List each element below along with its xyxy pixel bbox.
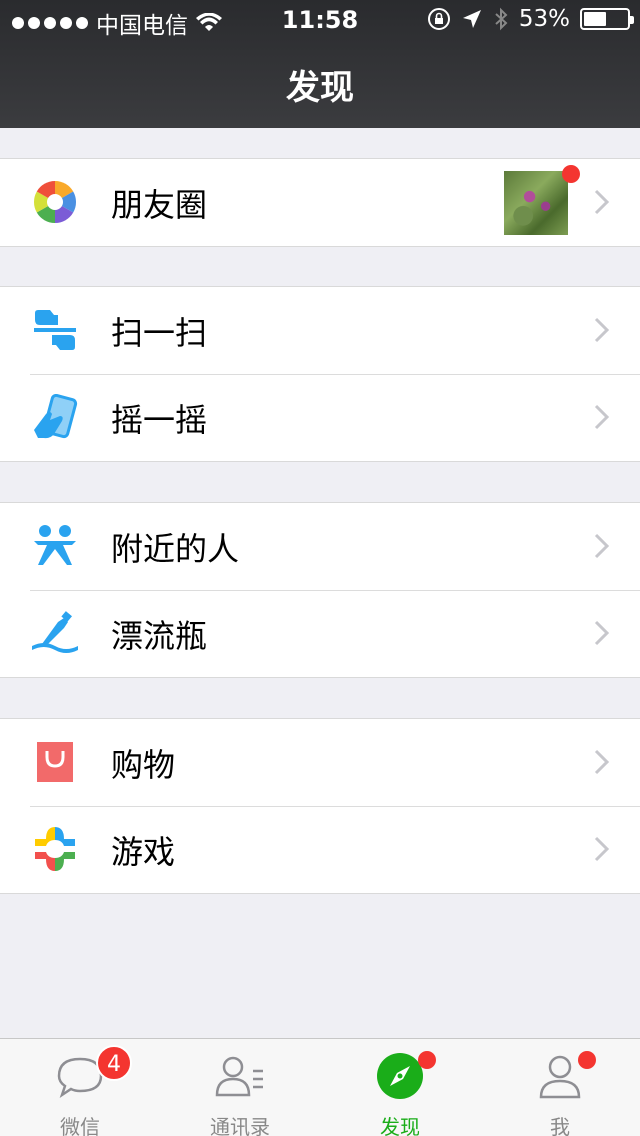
list-item-moments[interactable]: 朋友圈 bbox=[0, 159, 640, 246]
chevron-right-icon bbox=[594, 189, 610, 215]
tab-discover[interactable]: 发现 bbox=[320, 1039, 480, 1136]
status-bar: 中国电信 11:58 53% bbox=[0, 0, 640, 40]
status-right: 53% bbox=[427, 6, 634, 32]
tab-label: 通讯录 bbox=[210, 1115, 270, 1136]
scan-shake-group: 扫一扫 摇一摇 bbox=[0, 286, 640, 462]
discover-dot bbox=[418, 1051, 436, 1069]
moments-icon bbox=[33, 181, 77, 223]
battery-icon bbox=[580, 8, 634, 30]
social-group: 附近的人 漂流瓶 bbox=[0, 502, 640, 678]
shop-games-group: 购物 游戏 bbox=[0, 718, 640, 894]
scan-icon bbox=[34, 310, 76, 350]
chevron-right-icon bbox=[594, 836, 610, 862]
navigation-header: 中国电信 11:58 53% 发现 bbox=[0, 0, 640, 128]
list-item-people-nearby[interactable]: 附近的人 bbox=[0, 503, 640, 590]
list-item-shopping[interactable]: 购物 bbox=[0, 719, 640, 806]
location-arrow-icon bbox=[462, 10, 481, 28]
tab-bar: 4 微信 通讯录 发现 我 bbox=[0, 1038, 640, 1136]
drift-bottle-icon bbox=[32, 611, 78, 653]
unread-badge: 4 bbox=[96, 1045, 132, 1081]
people-nearby-label: 附近的人 bbox=[111, 529, 240, 568]
tab-me[interactable]: 我 bbox=[480, 1039, 640, 1136]
moments-thumbnail bbox=[504, 171, 568, 235]
drift-bottle-label: 漂流瓶 bbox=[111, 616, 208, 655]
shopping-icon bbox=[37, 742, 73, 782]
chevron-right-icon bbox=[594, 620, 610, 646]
chevron-right-icon bbox=[594, 749, 610, 775]
tab-chats[interactable]: 4 微信 bbox=[0, 1039, 160, 1136]
shake-label: 摇一摇 bbox=[111, 400, 208, 439]
chevron-right-icon bbox=[594, 404, 610, 430]
chevron-right-icon bbox=[594, 317, 610, 343]
list-item-games[interactable]: 游戏 bbox=[0, 806, 640, 893]
tab-label: 微信 bbox=[60, 1115, 100, 1136]
shake-icon bbox=[34, 394, 78, 439]
tab-label: 发现 bbox=[380, 1115, 420, 1136]
list-item-shake[interactable]: 摇一摇 bbox=[0, 374, 640, 461]
page-title: 发现 bbox=[286, 68, 354, 108]
list-item-drift-bottle[interactable]: 漂流瓶 bbox=[0, 590, 640, 677]
tab-label: 我 bbox=[550, 1115, 570, 1136]
games-icon bbox=[35, 827, 75, 871]
tab-contacts[interactable]: 通讯录 bbox=[160, 1039, 320, 1136]
list-item-scan[interactable]: 扫一扫 bbox=[0, 287, 640, 374]
contacts-icon bbox=[215, 1056, 263, 1097]
moments-group: 朋友圈 bbox=[0, 158, 640, 247]
new-post-dot bbox=[562, 165, 580, 183]
chevron-right-icon bbox=[594, 533, 610, 559]
moments-label: 朋友圈 bbox=[111, 185, 208, 224]
shopping-label: 购物 bbox=[111, 745, 176, 784]
games-label: 游戏 bbox=[111, 832, 176, 871]
bluetooth-icon bbox=[495, 7, 508, 31]
battery-percent: 53% bbox=[518, 6, 570, 32]
me-dot bbox=[578, 1051, 596, 1069]
people-nearby-icon bbox=[34, 525, 76, 565]
scan-label: 扫一扫 bbox=[111, 313, 208, 352]
orientation-lock-icon bbox=[427, 8, 450, 30]
